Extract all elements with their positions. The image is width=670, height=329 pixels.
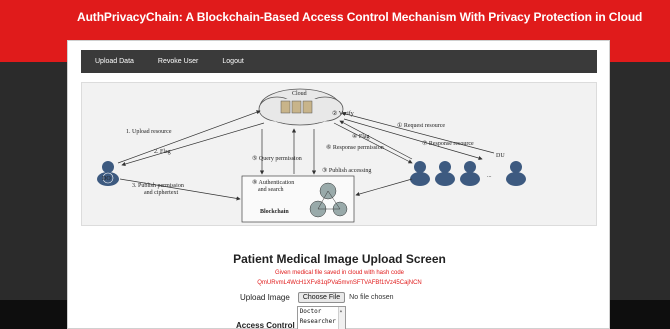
- flag-right-label: ④ Flag: [352, 133, 370, 140]
- nav-upload-data[interactable]: Upload Data: [81, 58, 146, 65]
- data-user-icon: [410, 161, 526, 186]
- data-owner-icon: [97, 161, 119, 186]
- architecture-diagram: Cloud ② Verify DO DU ... ⑧ Authenticatio…: [81, 82, 597, 226]
- du-label: DU: [496, 153, 505, 159]
- response-resource-label: ⑦ Response resource: [422, 140, 474, 147]
- query-permission-label: ⑤ Query permission: [252, 155, 302, 162]
- auth-search-label-2: and search: [258, 187, 284, 193]
- hash-code: QmURvmL4WcH1XFv81qPVa5mvnSFTVAFBf1tVz45C…: [257, 280, 422, 286]
- blockchain-label: Blockchain: [260, 209, 289, 215]
- site-title: AuthPrivacyChain: A Blockchain-Based Acc…: [77, 10, 643, 24]
- publish-permission-label-2: and ciphertext: [144, 190, 178, 196]
- upload-image-label: Upload Image: [240, 293, 290, 302]
- auth-search-label: ⑧ Authentication: [252, 179, 294, 186]
- choose-file-button[interactable]: Choose File: [297, 292, 346, 303]
- flag-left-label: 2. Flag: [154, 149, 171, 155]
- cloud-label: Cloud: [292, 91, 307, 97]
- publish-permission-label: 3. Publish permission: [132, 183, 184, 189]
- navbar: Upload Data Revoke User Logout: [81, 50, 597, 73]
- select-scrollbar[interactable]: ▲ ▼: [337, 307, 345, 329]
- do-label: DO: [102, 176, 111, 182]
- status-message: Given medical file saved in cloud with h…: [274, 270, 405, 276]
- nav-logout[interactable]: Logout: [210, 58, 255, 65]
- du-ellipsis: ...: [487, 173, 492, 179]
- scroll-up-icon[interactable]: ▲: [340, 308, 342, 313]
- no-file-text: No file chosen: [349, 294, 394, 301]
- publish-accessing-label: ③ Publish accessing: [322, 167, 371, 174]
- access-control-select[interactable]: Doctor Researcher ▲ ▼: [296, 306, 346, 329]
- request-resource-label: ① Request resource: [397, 122, 445, 129]
- access-control-row: Access Control Doctor Researcher ▲ ▼: [236, 306, 346, 329]
- response-permission-label: ⑥ Response permission: [326, 144, 384, 151]
- upload-resource-label: 1. Upload resource: [126, 129, 172, 135]
- upload-image-row: Upload Image Choose File No file chosen: [240, 292, 394, 303]
- server-icon: [280, 100, 313, 114]
- nav-revoke-user[interactable]: Revoke User: [146, 58, 210, 65]
- access-control-label: Access Control: [236, 321, 295, 329]
- page-title: Patient Medical Image Upload Screen: [233, 252, 446, 266]
- main-container: Upload Data Revoke User Logout Cloud ② V…: [67, 40, 610, 329]
